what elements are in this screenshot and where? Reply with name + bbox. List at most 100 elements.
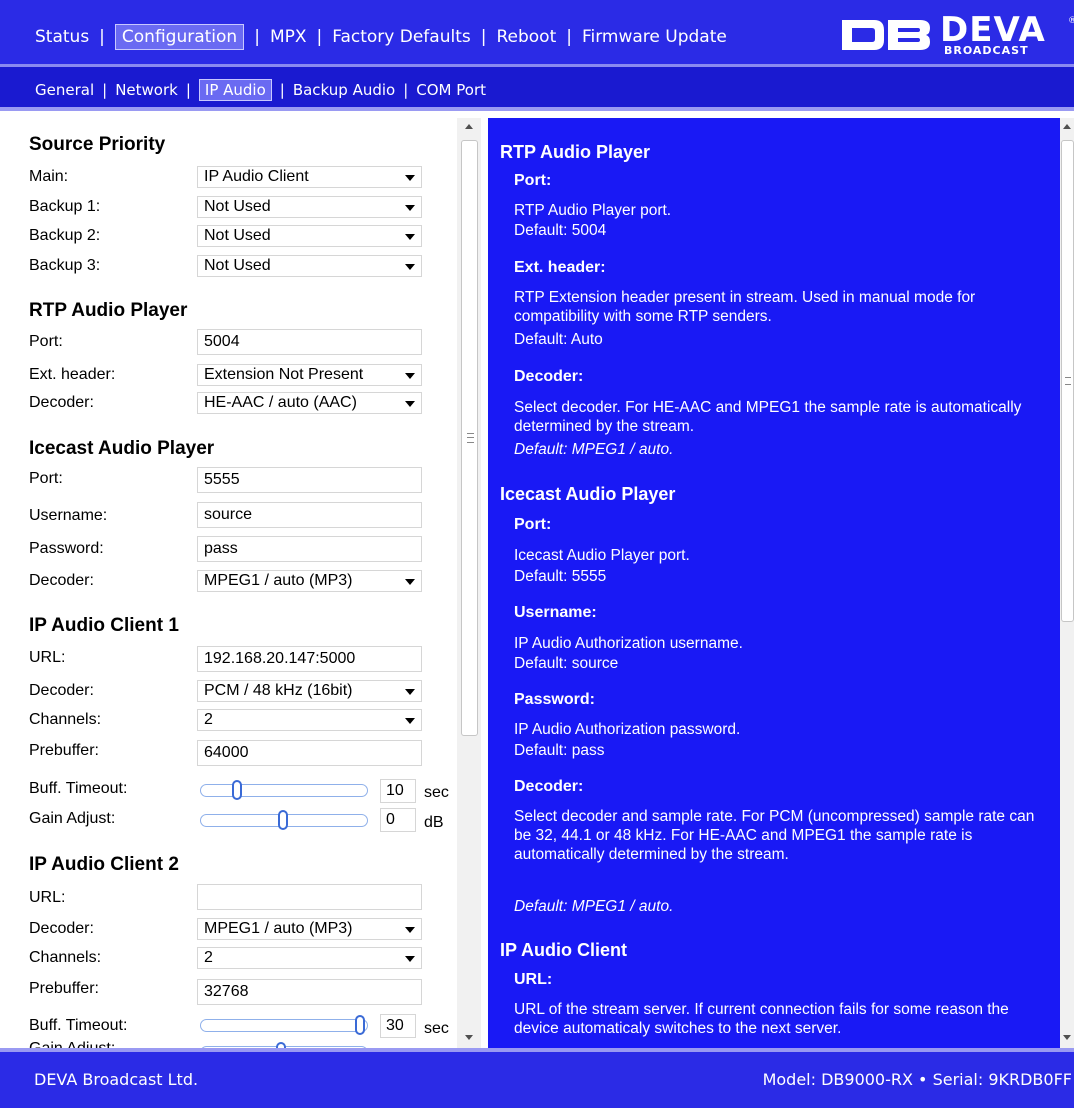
icecast-username-label: Username:: [29, 507, 108, 524]
chevron-down-icon: [405, 718, 415, 724]
subnav-backup-audio[interactable]: Backup Audio: [293, 81, 395, 99]
subnav-ip-audio[interactable]: IP Audio: [198, 79, 272, 101]
nav-status[interactable]: Status: [35, 27, 89, 47]
client2-timeout-unit: sec: [424, 1020, 449, 1037]
backup3-select[interactable]: Not Used: [197, 255, 422, 277]
nav-firmware-update[interactable]: Firmware Update: [582, 27, 727, 47]
help-rtp-decoder-default-wrap: Default: MPEG1 / auto.: [514, 440, 1054, 459]
help-rtp-decoder-heading: Decoder:: [514, 368, 584, 385]
client1-timeout-input[interactable]: 10: [380, 779, 416, 803]
icecast-decoder-select[interactable]: MPEG1 / auto (MP3): [197, 570, 422, 592]
client1-timeout-unit: sec: [424, 784, 449, 801]
help-icecast-password-default: Default: pass: [514, 742, 605, 759]
help-rtp-ext-default: Default: Auto: [514, 331, 603, 348]
sub-navigation: General | Network | IP Audio | Backup Au…: [0, 67, 1074, 111]
nav-separator: |: [403, 81, 409, 99]
rtp-title: RTP Audio Player: [29, 300, 188, 321]
help-rtp-title: RTP Audio Player: [500, 142, 651, 162]
client2-gain-label: Gain Adjust:: [29, 1040, 115, 1048]
scrollbar-thumb[interactable]: [461, 140, 478, 736]
chevron-down-icon: [405, 927, 415, 933]
help-scrollbar[interactable]: [1060, 118, 1074, 1048]
nav-reboot[interactable]: Reboot: [496, 27, 556, 47]
grip-icon: [467, 433, 474, 443]
chevron-down-icon: [405, 956, 415, 962]
nav-separator: |: [279, 81, 285, 99]
slider-handle[interactable]: [232, 780, 242, 800]
nav-separator: |: [102, 81, 108, 99]
client2-timeout-slider[interactable]: [200, 1015, 368, 1035]
client1-gain-unit: dB: [424, 814, 444, 831]
scroll-up-arrow-icon[interactable]: [465, 124, 473, 129]
help-icecast-decoder-default: Default: MPEG1 / auto.: [514, 898, 674, 915]
icecast-decoder-label: Decoder:: [29, 572, 94, 589]
client2-channels-select[interactable]: 2: [197, 947, 422, 969]
help-client-title: IP Audio Client: [500, 940, 628, 960]
client2-prebuffer-label: Prebuffer:: [29, 980, 99, 997]
help-panel: RTP Audio Player Port: RTP Audio Player …: [488, 118, 1060, 1048]
help-icecast-port-default: Default: 5555: [514, 568, 607, 585]
icecast-port-input[interactable]: 5555: [197, 467, 422, 493]
deva-logo: DEVA BROADCAST ®: [840, 10, 1074, 58]
scrollbar-thumb[interactable]: [1061, 140, 1074, 622]
client2-prebuffer-input[interactable]: 32768: [197, 979, 422, 1005]
footer-company: DEVA Broadcast Ltd.: [34, 1070, 199, 1089]
client1-timeout-slider[interactable]: [200, 780, 368, 800]
backup1-select[interactable]: Not Used: [197, 196, 422, 218]
scroll-down-arrow-icon[interactable]: [1063, 1035, 1071, 1040]
client1-gain-label: Gain Adjust:: [29, 810, 116, 827]
footer: DEVA Broadcast Ltd. Model: DB9000-RX • S…: [0, 1048, 1074, 1108]
db-logo-mark-icon: [842, 20, 930, 50]
icecast-username-input[interactable]: source: [197, 502, 422, 528]
top-navigation: Status | Configuration | MPX | Factory D…: [0, 0, 1074, 67]
rtp-port-input[interactable]: 5004: [197, 329, 422, 355]
icecast-decoder-value: MPEG1 / auto (MP3): [204, 572, 353, 589]
client1-gain-slider[interactable]: [200, 810, 368, 830]
backup1-label: Backup 1:: [29, 198, 101, 215]
nav-separator: |: [316, 27, 323, 47]
client1-prebuffer-input[interactable]: 64000: [197, 740, 422, 766]
rtp-ext-header-select[interactable]: Extension Not Present: [197, 364, 422, 386]
client2-timeout-input[interactable]: 30: [380, 1014, 416, 1038]
client1-channels-select[interactable]: 2: [197, 709, 422, 731]
icecast-title: Icecast Audio Player: [29, 438, 215, 459]
rtp-port-label: Port:: [29, 333, 63, 350]
chevron-down-icon: [405, 234, 415, 240]
subnav-network[interactable]: Network: [115, 81, 178, 99]
client1-gain-input[interactable]: 0: [380, 808, 416, 832]
rtp-decoder-select[interactable]: HE-AAC / auto (AAC): [197, 392, 422, 414]
nav-separator: |: [185, 81, 191, 99]
client1-decoder-select[interactable]: PCM / 48 kHz (16bit): [197, 680, 422, 702]
logo-subtitle: BROADCAST: [944, 44, 1029, 57]
backup2-select[interactable]: Not Used: [197, 225, 422, 247]
client1-channels-value: 2: [204, 711, 213, 728]
client2-url-input[interactable]: [197, 884, 422, 910]
top-nav-menu: Status | Configuration | MPX | Factory D…: [35, 24, 727, 50]
help-icecast-password-heading: Password:: [514, 691, 595, 708]
nav-mpx[interactable]: MPX: [270, 27, 307, 47]
main-source-select[interactable]: IP Audio Client: [197, 166, 422, 188]
client2-timeout-label: Buff. Timeout:: [29, 1017, 128, 1034]
subnav-general[interactable]: General: [35, 81, 94, 99]
client2-url-label: URL:: [29, 889, 66, 906]
chevron-down-icon: [405, 175, 415, 181]
nav-factory-defaults[interactable]: Factory Defaults: [332, 27, 470, 47]
help-rtp-decoder-text: Select decoder. For HE-AAC and MPEG1 the…: [514, 399, 1022, 435]
client1-prebuffer-label: Prebuffer:: [29, 742, 99, 759]
client2-channels-label: Channels:: [29, 949, 102, 966]
slider-handle[interactable]: [355, 1015, 365, 1035]
backup3-label: Backup 3:: [29, 257, 101, 274]
chevron-down-icon: [405, 205, 415, 211]
client1-title: IP Audio Client 1: [29, 615, 179, 636]
help-icecast-decoder-heading: Decoder:: [514, 778, 584, 795]
nav-configuration[interactable]: Configuration: [114, 24, 245, 50]
icecast-password-input[interactable]: pass: [197, 536, 422, 562]
client2-decoder-select[interactable]: MPEG1 / auto (MP3): [197, 918, 422, 940]
scroll-up-arrow-icon[interactable]: [1063, 124, 1071, 129]
subnav-com-port[interactable]: COM Port: [416, 81, 486, 99]
slider-handle[interactable]: [278, 810, 288, 830]
scroll-down-arrow-icon[interactable]: [465, 1035, 473, 1040]
settings-scrollbar[interactable]: [457, 118, 481, 1048]
client1-url-input[interactable]: 192.168.20.147:5000: [197, 646, 422, 672]
nav-separator: |: [254, 27, 260, 47]
